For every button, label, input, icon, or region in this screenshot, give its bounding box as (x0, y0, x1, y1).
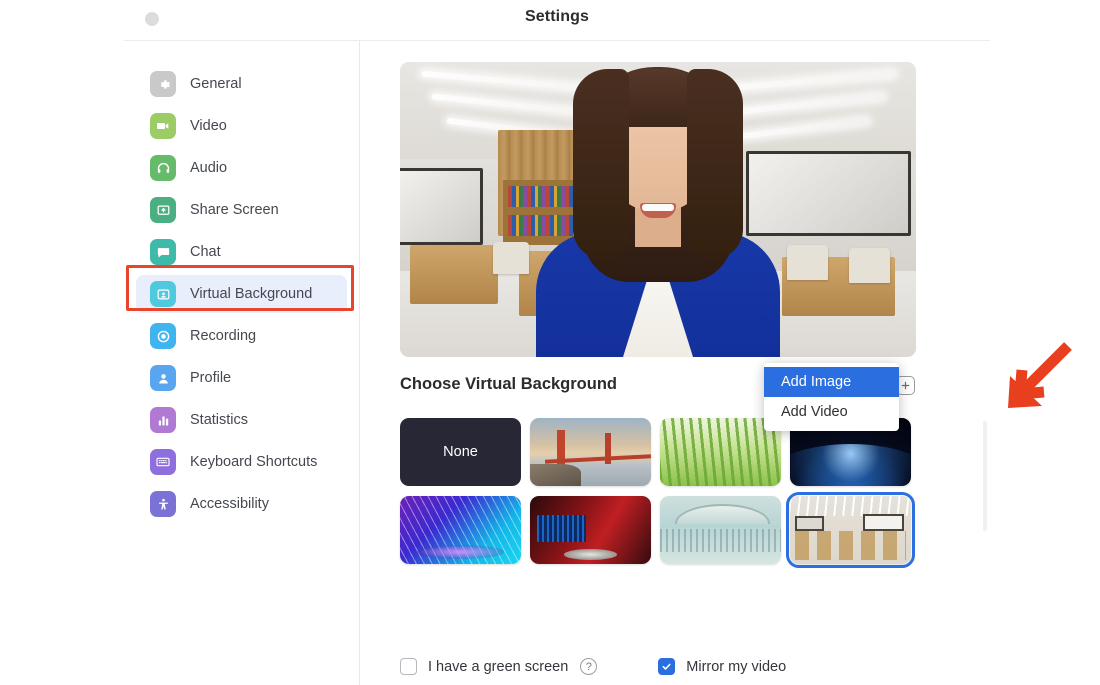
sidebar-item-share-screen[interactable]: Share Screen (136, 191, 347, 229)
virtual-background-icon (150, 281, 176, 307)
check-icon (662, 663, 671, 670)
person-hair-right (687, 69, 743, 259)
sidebar-item-label: Video (190, 118, 227, 134)
headphones-icon (150, 155, 176, 181)
person-hair-left (573, 69, 629, 259)
mirror-video-option: Mirror my video (658, 658, 786, 675)
thumbnail-arena[interactable] (660, 496, 781, 564)
menu-item-add-video[interactable]: Add Video (764, 397, 899, 427)
thumbnail-none[interactable]: None (400, 418, 521, 486)
person-icon (150, 365, 176, 391)
sidebar-item-label: Keyboard Shortcuts (190, 454, 318, 470)
sidebar-item-label: Accessibility (190, 496, 269, 512)
plus-icon (901, 381, 910, 390)
chat-bubble-icon (150, 239, 176, 265)
sidebar-item-label: General (190, 76, 242, 92)
green-screen-option: I have a green screen ? (400, 658, 598, 675)
sidebar-item-recording[interactable]: Recording (136, 317, 347, 355)
share-screen-icon (150, 197, 176, 223)
mirror-video-checkbox[interactable] (658, 658, 676, 675)
sidebar-item-label: Profile (190, 370, 232, 386)
video-preview (400, 62, 916, 357)
menu-item-add-image[interactable]: Add Image (764, 367, 899, 397)
thumbnail-label: None (443, 444, 478, 460)
page-title: Settings (525, 8, 589, 25)
preview-person (533, 62, 783, 357)
green-screen-checkbox[interactable] (400, 658, 417, 675)
settings-window: Settings General Video Audio Share Scree… (124, 0, 990, 685)
gear-icon (150, 71, 176, 97)
sidebar-item-virtual-background[interactable]: Virtual Background (136, 275, 347, 313)
sidebar-item-general[interactable]: General (136, 65, 347, 103)
sidebar-item-statistics[interactable]: Statistics (136, 401, 347, 439)
preview-chair (848, 247, 891, 284)
sidebar-item-label: Virtual Background (190, 286, 313, 302)
window-titlebar: Settings (124, 0, 990, 41)
add-background-dropdown: Add Image Add Video (764, 363, 899, 431)
sidebar-item-chat[interactable]: Chat (136, 233, 347, 271)
section-title: Choose Virtual Background (400, 375, 617, 393)
sidebar-item-audio[interactable]: Audio (136, 149, 347, 187)
thumbnail-stage[interactable] (400, 496, 521, 564)
preview-chair (492, 241, 529, 275)
help-icon[interactable]: ? (580, 658, 598, 675)
preview-window-left (400, 168, 483, 245)
green-screen-label: I have a green screen (428, 658, 569, 675)
thumbnail-bridge[interactable] (530, 418, 651, 486)
video-camera-icon (150, 113, 176, 139)
sidebar-item-label: Recording (190, 328, 257, 344)
sidebar-item-accessibility[interactable]: Accessibility (136, 485, 347, 523)
preview-chair (787, 244, 829, 281)
keyboard-icon (150, 449, 176, 475)
thumbnail-newsroom[interactable] (530, 496, 651, 564)
sidebar-item-video[interactable]: Video (136, 107, 347, 145)
sidebar-item-label: Chat (190, 244, 221, 260)
thumbnail-grass[interactable] (660, 418, 781, 486)
preview-desk (410, 244, 499, 304)
thumbnail-library[interactable] (786, 492, 915, 568)
bar-chart-icon (150, 407, 176, 433)
virtual-background-grid: None (400, 418, 964, 568)
sidebar-item-label: Share Screen (190, 202, 279, 218)
record-icon (150, 323, 176, 349)
settings-sidebar: General Video Audio Share Screen Chat Vi… (124, 41, 360, 685)
sidebar-item-keyboard-shortcuts[interactable]: Keyboard Shortcuts (136, 443, 347, 481)
mirror-video-label: Mirror my video (686, 658, 787, 675)
sidebar-item-label: Audio (190, 160, 228, 176)
annotation-arrow-icon (1008, 342, 1072, 408)
sidebar-item-label: Statistics (190, 412, 249, 428)
sidebar-item-profile[interactable]: Profile (136, 359, 347, 397)
bottom-options: I have a green screen ? Mirror my video (400, 658, 786, 675)
content-scrollbar[interactable] (983, 421, 987, 531)
accessibility-icon (150, 491, 176, 517)
